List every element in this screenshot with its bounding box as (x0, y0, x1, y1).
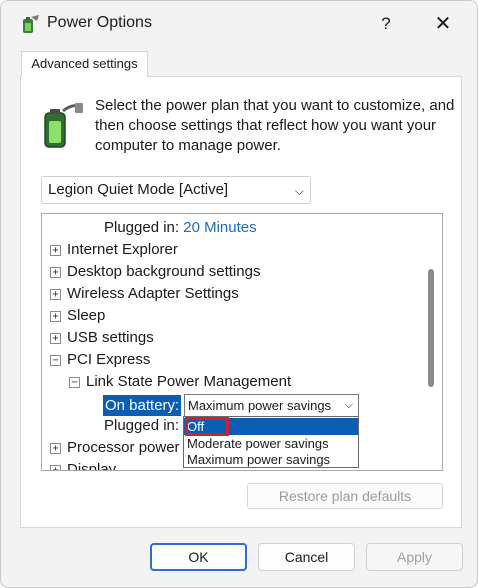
on-battery-label[interactable]: On battery: (103, 395, 182, 416)
tree-item-label: Wireless Adapter Settings (67, 285, 239, 302)
dropdown-option-moderate[interactable]: Moderate power savings (184, 435, 358, 452)
tree-scrollbar-thumb[interactable] (428, 269, 434, 387)
tree-item-link-state[interactable]: − Link State Power Management (69, 371, 369, 393)
apply-button[interactable]: Apply (366, 543, 463, 571)
tree-item-wireless-adapter[interactable]: + Wireless Adapter Settings (50, 283, 350, 305)
plugged-in-value-link[interactable]: 20 Minutes (183, 219, 256, 236)
tree-item-label: USB settings (67, 329, 154, 346)
power-options-app-icon (23, 15, 39, 33)
on-battery-value: Maximum power savings (188, 398, 332, 413)
tree-item-usb-settings[interactable]: + USB settings (50, 327, 350, 349)
expand-plus-icon[interactable]: + (50, 267, 61, 278)
highlight-box (185, 417, 229, 436)
cancel-button[interactable]: Cancel (258, 543, 355, 571)
chevron-down-icon: ⌵ (344, 399, 353, 411)
plugged-in-label: Plugged in: (104, 417, 180, 434)
tree-item-label: Display (67, 461, 117, 471)
dropdown-option-maximum[interactable]: Maximum power savings (184, 451, 358, 468)
window-title: Power Options (47, 14, 152, 31)
expand-plus-icon[interactable]: + (50, 465, 61, 470)
description-text: Select the power plan that you want to c… (95, 97, 455, 154)
tree-item-label: PCI Express (67, 351, 151, 368)
tree-item-label: Processor power m (67, 439, 197, 456)
expand-plus-icon[interactable]: + (50, 289, 61, 300)
close-button[interactable]: ✕ (427, 10, 459, 38)
collapse-minus-icon[interactable]: − (50, 355, 61, 366)
tree-item-label: Sleep (67, 307, 106, 324)
plugged-in-label: Plugged in: (104, 219, 180, 236)
expand-plus-icon[interactable]: + (50, 333, 61, 344)
on-battery-select[interactable]: Maximum power savings ⌵ (184, 394, 359, 417)
tree-item-desktop-background[interactable]: + Desktop background settings (50, 261, 350, 283)
tree-row-plugged-in-top[interactable]: Plugged in: 20 Minutes (104, 217, 257, 239)
power-savings-dropdown-list[interactable]: Off Moderate power savings Maximum power… (183, 416, 359, 468)
power-options-window: Power Options ? ✕ Advanced settings Sele… (0, 0, 478, 588)
tree-item-sleep[interactable]: + Sleep (50, 305, 350, 327)
tree-item-label: Internet Explorer (67, 241, 178, 258)
power-plan-select[interactable]: Legion Quiet Mode [Active] ⌵ (41, 176, 311, 204)
collapse-minus-icon[interactable]: − (69, 377, 80, 388)
expand-plus-icon[interactable]: + (50, 311, 61, 322)
title-bar: Power Options ? ✕ (1, 1, 477, 47)
restore-plan-defaults-button[interactable]: Restore plan defaults (247, 483, 443, 509)
tree-item-label: Desktop background settings (67, 263, 261, 280)
tree-item-pci-express[interactable]: − PCI Express (50, 349, 350, 371)
expand-plus-icon[interactable]: + (50, 443, 61, 454)
help-button[interactable]: ? (371, 10, 401, 38)
ok-button[interactable]: OK (150, 543, 247, 571)
tab-advanced-settings[interactable]: Advanced settings (21, 51, 148, 77)
chevron-down-icon: ⌵ (294, 184, 304, 198)
battery-plug-icon (44, 103, 83, 148)
power-plan-value: Legion Quiet Mode [Active] (48, 181, 229, 198)
tree-row-plugged-in-bottom[interactable]: Plugged in: (104, 415, 179, 437)
expand-plus-icon[interactable]: + (50, 245, 61, 256)
tree-item-label: Link State Power Management (86, 373, 292, 390)
